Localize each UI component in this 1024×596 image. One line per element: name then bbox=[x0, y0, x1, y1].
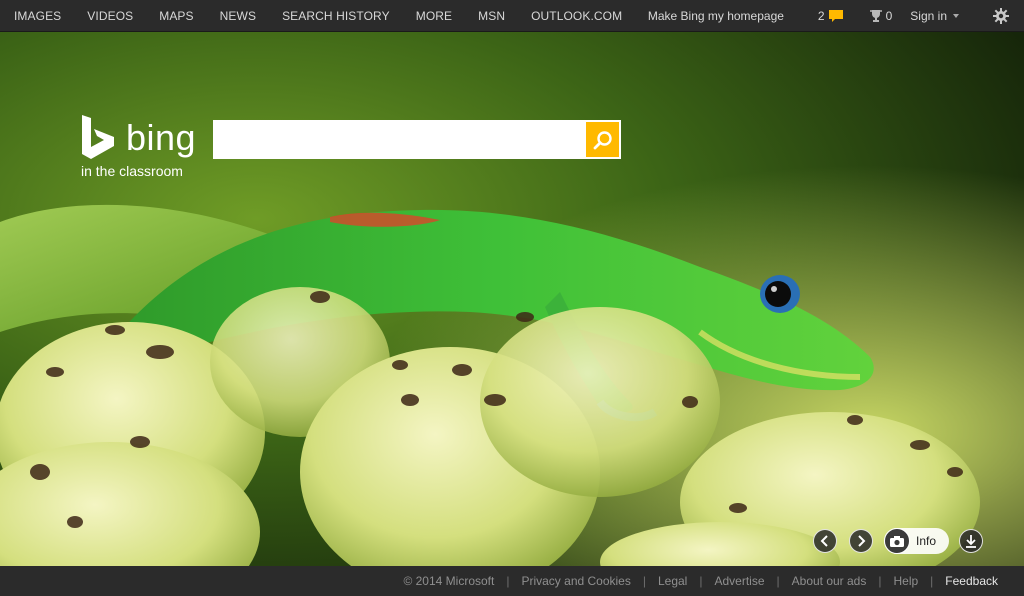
search-input[interactable] bbox=[213, 120, 583, 159]
footer-separator: | bbox=[506, 574, 510, 588]
nav-item-msn[interactable]: MSN bbox=[478, 9, 505, 23]
nav-item-more[interactable]: MORE bbox=[416, 9, 452, 23]
footer-link-about-ads[interactable]: About our ads bbox=[792, 574, 867, 588]
nav-item-news[interactable]: NEWS bbox=[220, 9, 256, 23]
download-icon bbox=[966, 535, 976, 548]
prev-image-control bbox=[813, 528, 837, 554]
search-button[interactable] bbox=[586, 122, 619, 157]
camera-icon bbox=[884, 528, 910, 554]
nav-item-videos[interactable]: VIDEOS bbox=[87, 9, 133, 23]
next-image-control bbox=[849, 528, 873, 554]
footer-separator: | bbox=[878, 574, 882, 588]
footer-link-help[interactable]: Help bbox=[893, 574, 918, 588]
footer-link-privacy[interactable]: Privacy and Cookies bbox=[521, 574, 630, 588]
sign-in-label: Sign in bbox=[910, 9, 947, 23]
footer-separator: | bbox=[776, 574, 780, 588]
copyright-text: © 2014 Microsoft bbox=[403, 574, 495, 588]
search-box bbox=[213, 120, 621, 159]
footer: © 2014 Microsoft | Privacy and Cookies |… bbox=[0, 566, 1024, 596]
chevron-right-icon bbox=[858, 535, 866, 547]
bing-b-icon bbox=[82, 115, 114, 159]
footer-link-advertise[interactable]: Advertise bbox=[714, 574, 764, 588]
image-info-button[interactable]: Info bbox=[884, 528, 949, 554]
info-label: Info bbox=[916, 534, 937, 548]
notifications-count[interactable]: 2 bbox=[818, 9, 825, 23]
top-nav: IMAGES VIDEOS MAPS NEWS SEARCH HISTORY M… bbox=[0, 0, 634, 32]
top-bar: IMAGES VIDEOS MAPS NEWS SEARCH HISTORY M… bbox=[0, 0, 1024, 32]
gear-icon[interactable] bbox=[993, 8, 1009, 24]
previous-image-button[interactable] bbox=[813, 529, 837, 553]
footer-separator: | bbox=[642, 574, 646, 588]
sign-in-button[interactable]: Sign in bbox=[910, 9, 959, 23]
nav-item-search-history[interactable]: SEARCH HISTORY bbox=[282, 9, 390, 23]
download-image-button[interactable] bbox=[959, 529, 983, 553]
next-image-button[interactable] bbox=[849, 529, 873, 553]
nav-item-maps[interactable]: MAPS bbox=[159, 9, 193, 23]
search-icon bbox=[593, 130, 612, 149]
chevron-left-icon bbox=[820, 535, 828, 547]
nav-item-outlook[interactable]: OUTLOOK.COM bbox=[531, 9, 622, 23]
logo-subtitle: in the classroom bbox=[81, 163, 183, 179]
make-homepage-link[interactable]: Make Bing my homepage bbox=[648, 9, 784, 23]
bing-logo[interactable]: bing in the classroom bbox=[80, 115, 210, 185]
rewards-count[interactable]: 0 bbox=[886, 9, 893, 23]
footer-links: © 2014 Microsoft | Privacy and Cookies |… bbox=[403, 566, 998, 596]
chat-bubble-icon[interactable] bbox=[828, 10, 843, 22]
trophy-icon[interactable] bbox=[869, 9, 883, 23]
nav-item-images[interactable]: IMAGES bbox=[14, 9, 61, 23]
chevron-down-icon bbox=[953, 14, 959, 18]
logo-wordmark: bing bbox=[126, 117, 197, 158]
footer-separator: | bbox=[930, 574, 934, 588]
download-control bbox=[959, 528, 983, 554]
footer-link-feedback[interactable]: Feedback bbox=[945, 574, 998, 588]
background-image bbox=[0, 32, 1024, 566]
background-illustration bbox=[0, 32, 1024, 566]
footer-link-legal[interactable]: Legal bbox=[658, 574, 687, 588]
header-right: Make Bing my homepage 2 0 Sign in bbox=[648, 0, 1024, 32]
footer-separator: | bbox=[699, 574, 703, 588]
